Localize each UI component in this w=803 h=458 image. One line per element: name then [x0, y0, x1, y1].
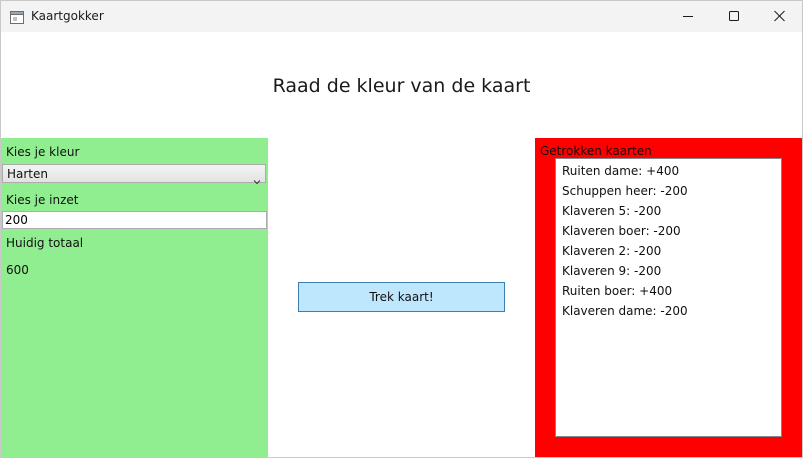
- list-item[interactable]: Klaveren dame: -200: [562, 304, 688, 319]
- chevron-down-icon: [253, 170, 261, 189]
- list-item[interactable]: Klaveren 9: -200: [562, 264, 661, 279]
- title-bar[interactable]: Kaartgokker: [1, 1, 802, 32]
- draw-card-button[interactable]: Trek kaart!: [298, 282, 505, 312]
- close-button[interactable]: [756, 1, 802, 32]
- page-title: Raad de kleur van de kaart: [272, 75, 531, 97]
- color-select[interactable]: Harten: [2, 164, 266, 185]
- minimize-icon: [683, 16, 693, 17]
- minimize-button[interactable]: [664, 1, 710, 32]
- list-item[interactable]: Klaveren 2: -200: [562, 244, 661, 259]
- bet-panel: Kies je kleur Harten Kies je inzet Huidi…: [1, 138, 268, 457]
- drawn-cards-panel: Getrokken kaarten Ruiten dame: +400 Schu…: [535, 138, 802, 457]
- color-select-value: Harten: [7, 167, 49, 181]
- close-icon: [774, 10, 785, 22]
- drawn-cards-list[interactable]: Ruiten dame: +400 Schuppen heer: -200 Kl…: [555, 158, 782, 437]
- total-value: 600: [6, 263, 29, 277]
- bet-label: Kies je inzet: [6, 193, 79, 207]
- app-window: Kaartgokker Raad de kleur van de kaart K…: [0, 0, 803, 458]
- drawn-cards-label: Getrokken kaarten: [540, 144, 652, 158]
- window-app-icon: [10, 9, 24, 24]
- list-item[interactable]: Klaveren 5: -200: [562, 204, 661, 219]
- list-item[interactable]: Klaveren boer: -200: [562, 224, 681, 239]
- list-item[interactable]: Ruiten boer: +400: [562, 284, 672, 299]
- list-item[interactable]: Ruiten dame: +400: [562, 164, 679, 179]
- window-title: Kaartgokker: [31, 9, 104, 23]
- color-label: Kies je kleur: [6, 145, 80, 159]
- total-label: Huidig totaal: [6, 236, 84, 250]
- bet-input[interactable]: [2, 211, 267, 229]
- maximize-icon: [729, 11, 739, 21]
- maximize-button[interactable]: [710, 1, 756, 32]
- list-item[interactable]: Schuppen heer: -200: [562, 184, 688, 199]
